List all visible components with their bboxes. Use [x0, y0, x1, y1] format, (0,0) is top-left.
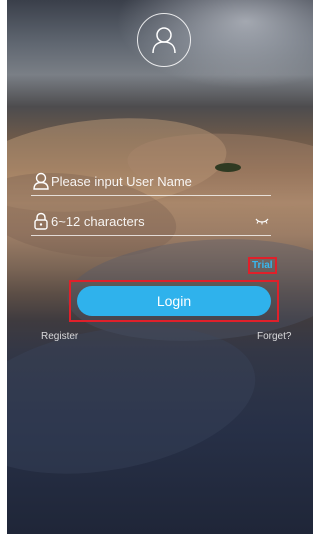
username-field [31, 168, 271, 196]
eye-icon[interactable] [255, 217, 269, 225]
user-icon [33, 172, 49, 190]
lock-icon [34, 212, 48, 230]
username-input[interactable] [51, 168, 251, 195]
trial-link[interactable]: Trial [248, 257, 277, 274]
login-screen: Trial Login Register Forget? [7, 0, 313, 534]
login-button[interactable]: Login [77, 286, 271, 316]
register-link[interactable]: Register [41, 331, 78, 342]
user-avatar-icon [137, 13, 191, 67]
forget-password-link[interactable]: Forget? [257, 331, 291, 342]
password-input[interactable] [51, 208, 251, 235]
password-field [31, 208, 271, 236]
